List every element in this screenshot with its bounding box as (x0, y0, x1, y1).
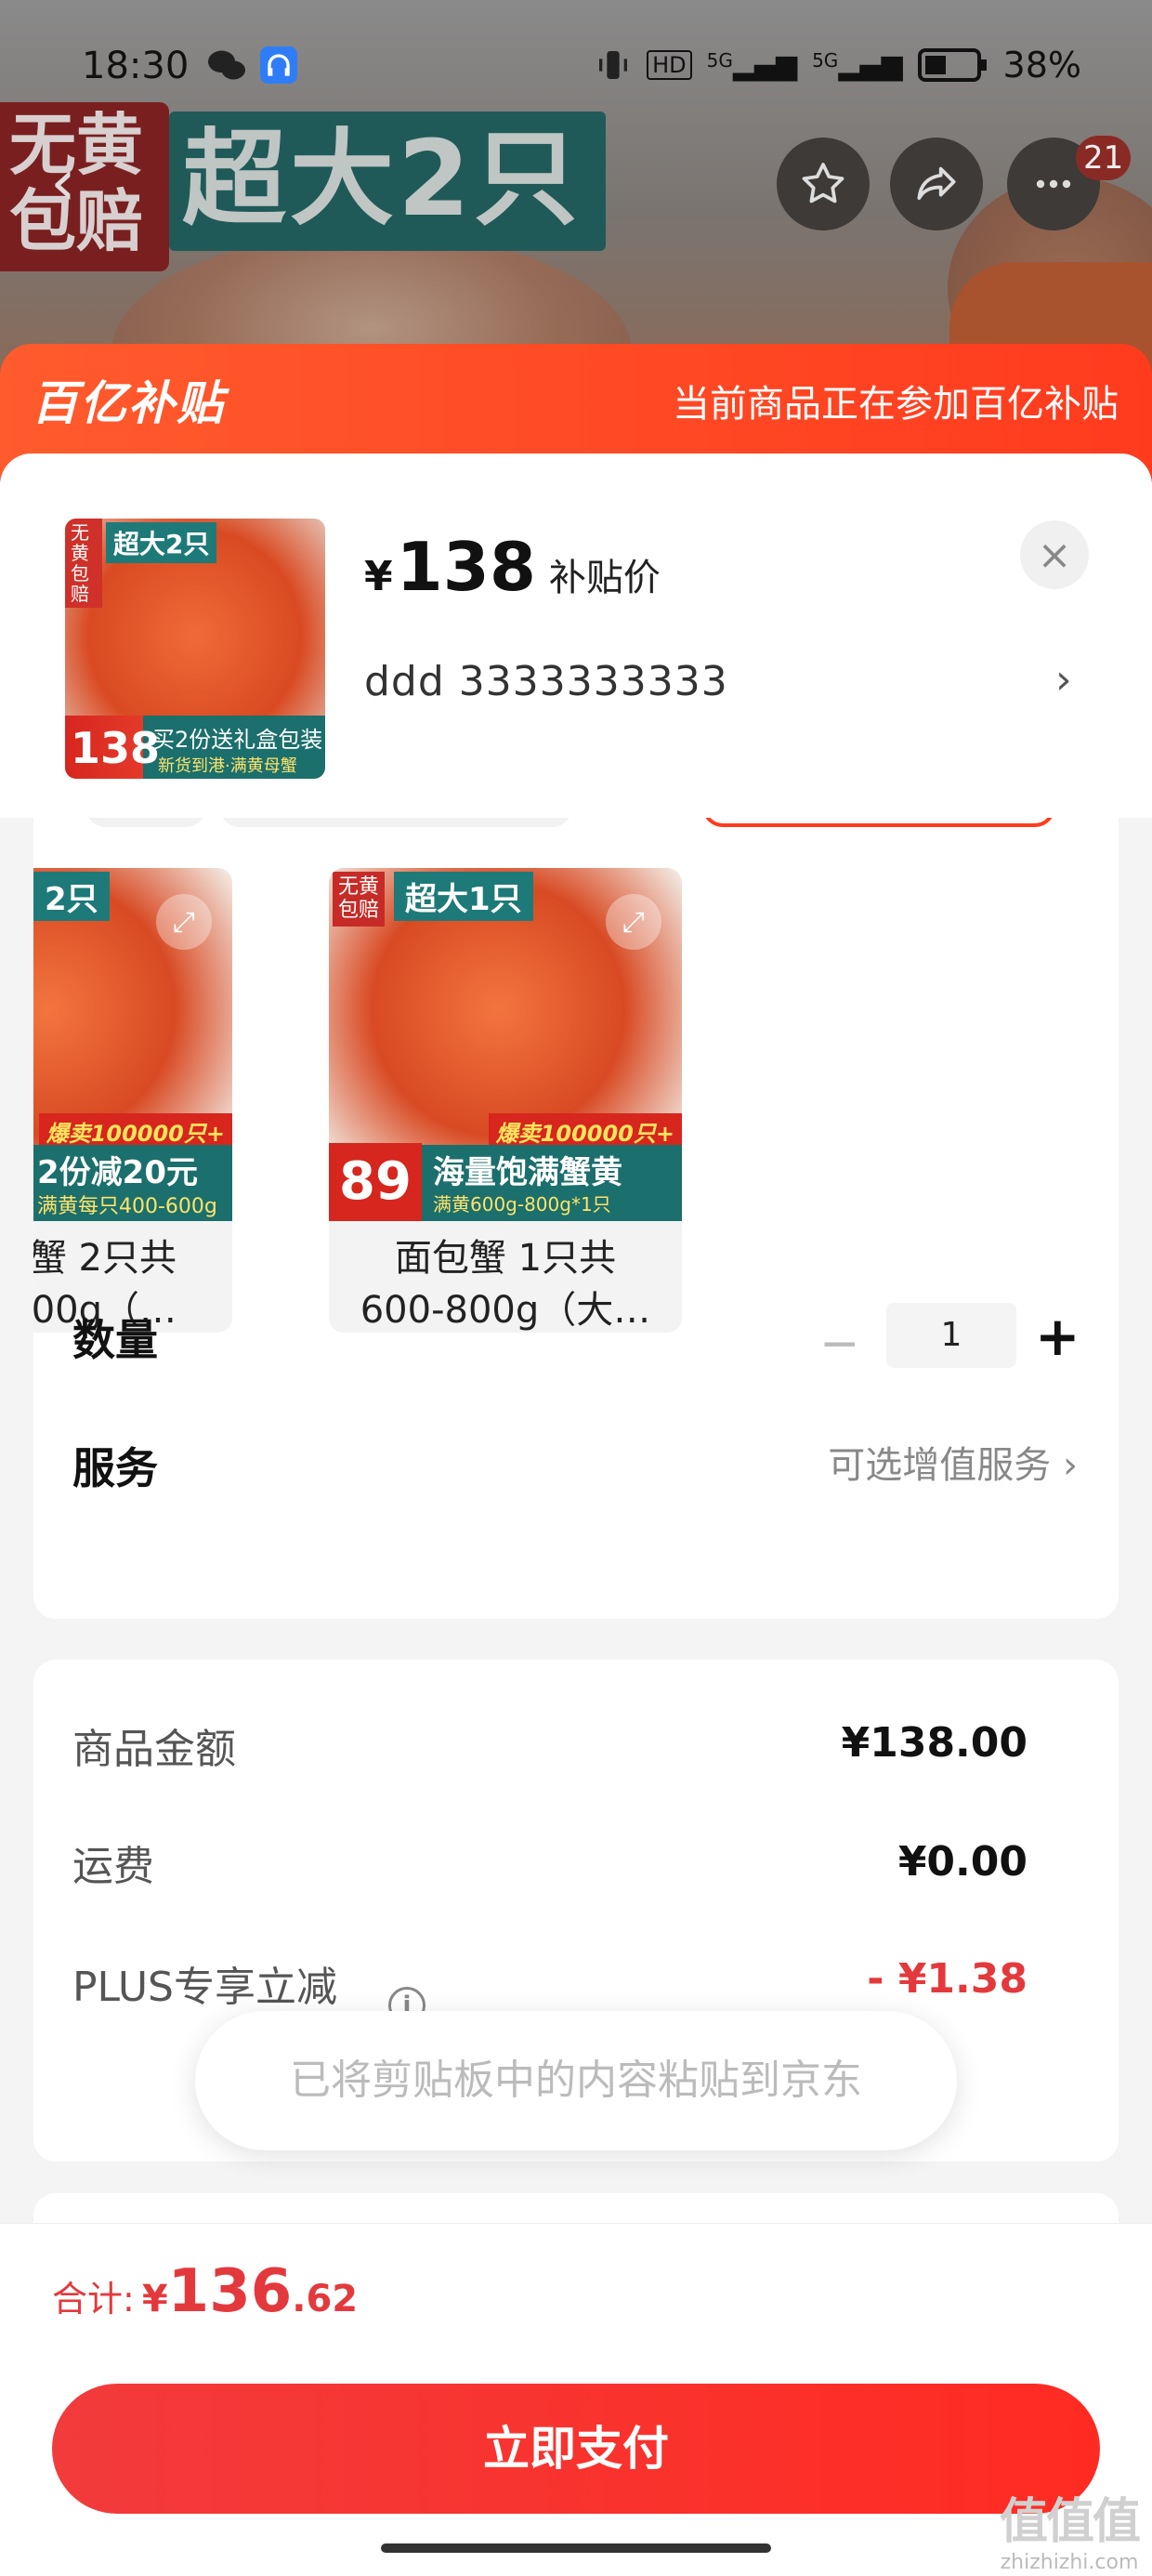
more-dots-icon (1036, 179, 1071, 189)
price-value: 138 (396, 528, 536, 606)
favorite-star-button[interactable] (777, 138, 870, 230)
product-thumbnail[interactable]: 无黄包赔 超大2只 138 买2份送礼盒包装 新货到港·满黄母蟹 (65, 519, 325, 779)
headphones-icon (260, 46, 297, 84)
quantity-decrement-button[interactable]: − (819, 1316, 860, 1372)
subsidy-logo: 百亿补贴 (32, 376, 225, 430)
options-card: 2只 爆卖100000只+ 2份减20元 满黄每只400-600g ⤢ 蟹 2只… (33, 818, 1119, 1619)
variant-header: 超大1只 (394, 872, 533, 921)
hd-indicator: HD (647, 50, 692, 80)
battery-percent: 38% (1002, 45, 1081, 85)
variant-promo: 海量饱满蟹黄 (433, 1154, 622, 1191)
status-app-icons (206, 46, 297, 84)
watermark-url: zhizhizhi.com (1000, 2551, 1139, 2575)
sheet-header: 无黄包赔 超大2只 138 买2份送礼盒包装 新货到港·满黄母蟹 ¥ 138 补… (0, 453, 1152, 818)
thumb-title: 超大2只 (106, 522, 217, 563)
service-selector[interactable]: 可选增值服务 › (828, 1435, 1078, 1489)
background-badge-line1: 无黄 (9, 106, 144, 184)
option-tile-selected[interactable] (702, 818, 1055, 827)
vibrate-icon (599, 51, 628, 79)
thumb-price-band: 138 买2份送礼盒包装 新货到港·满黄母蟹 (65, 716, 325, 779)
service-label: 服务 (72, 1443, 158, 1493)
clipboard-toast: 已将剪贴板中的内容粘贴到京东 (195, 2011, 957, 2150)
quantity-input[interactable]: 1 (886, 1303, 1016, 1368)
share-icon (917, 166, 956, 201)
plus-discount-value: - ¥1.38 (867, 1955, 1028, 2003)
signal-5g-2: 5G▂▄▆ (812, 48, 903, 82)
wechat-icon (208, 50, 245, 80)
quantity-increment-button[interactable]: + (1035, 1305, 1080, 1368)
background-badge: 无黄 包赔 (0, 102, 169, 271)
background-badge-line2: 包赔 (9, 182, 144, 260)
star-icon (802, 163, 844, 204)
variant-promo: 2份减20元 (37, 1154, 198, 1191)
expand-icon[interactable]: ⤢ (156, 894, 212, 950)
expand-icon[interactable]: ⤢ (606, 894, 661, 950)
battery-icon (917, 48, 987, 82)
checkout-bar: 合计: ¥ 136 .62 立即支付 值值值 zhizhizhi.com (0, 2223, 1152, 2576)
status-bar: 18:30 HD 5G▂▄▆ 5G▂▄▆ 38% (0, 37, 1152, 102)
close-icon: × (1037, 531, 1072, 579)
variant-name: 面包蟹 1只共 600-800g（大… (360, 1237, 651, 1332)
share-button[interactable] (890, 138, 983, 230)
status-time: 18:30 (82, 45, 190, 87)
quantity-label: 数量 (72, 1315, 158, 1365)
total-integer: 136 (167, 2257, 293, 2326)
watermark-logo: 值值值 (999, 2494, 1141, 2550)
total-symbol: ¥ (141, 2278, 168, 2320)
notification-count-badge: 21 (1076, 136, 1132, 180)
pay-now-button[interactable]: 立即支付 (52, 2384, 1100, 2514)
selected-spec[interactable]: ddd 3333333333 (364, 658, 728, 705)
shipping-value: ¥0.00 (897, 1838, 1028, 1886)
watermark: 值值值 zhizhizhi.com (999, 2493, 1141, 2576)
price-label: 补贴价 (548, 557, 661, 599)
signal-5g-1-label: 5G (706, 48, 733, 72)
goods-amount-value: ¥138.00 (841, 1719, 1028, 1767)
variant-promo-sub: 满黄每只400-600g (37, 1195, 217, 1218)
back-icon[interactable]: ‹ (50, 144, 76, 220)
shipping-label: 运费 (72, 1843, 154, 1890)
close-button[interactable]: × (1020, 520, 1089, 589)
price-row: ¥ 138 补贴价 (364, 528, 661, 606)
plus-discount-label: PLUS专享立减 (72, 1964, 337, 2011)
thumb-tag: 无黄包赔 (65, 519, 102, 608)
background-banner: 超大2只 (169, 112, 606, 251)
option-tile-partial-2[interactable] (219, 818, 572, 827)
thumb-price: 138 (71, 723, 161, 773)
variant-card-2-crabs[interactable]: 2只 爆卖100000只+ 2份减20元 满黄每只400-600g ⤢ 蟹 2只… (33, 868, 232, 1333)
price-symbol: ¥ (364, 553, 393, 600)
status-indicators: HD 5G▂▄▆ 5G▂▄▆ 38% (595, 45, 1081, 85)
thumb-promo: 买2份送礼盒包装 (152, 727, 323, 753)
total-label: 合计: (52, 2279, 135, 2320)
variant-promo-sub: 满黄600g-800g*1只 (433, 1193, 611, 1216)
total-amount: 合计: ¥ 136 .62 (52, 2257, 358, 2326)
option-tile-partial-1[interactable] (85, 818, 206, 827)
subsidy-notice: 当前商品正在参加百亿补贴 (673, 383, 1119, 426)
home-indicator[interactable] (381, 2543, 771, 2553)
variant-card-1-crab[interactable]: 无黄包赔 超大1只 爆卖100000只+ 89 海量饱满蟹黄 满黄600g-80… (329, 868, 682, 1333)
background-banner-text: 超大2只 (182, 119, 582, 240)
signal-5g-1: 5G▂▄▆ (706, 48, 798, 82)
goods-amount-label: 商品金额 (72, 1726, 236, 1773)
chevron-right-icon[interactable]: › (1055, 656, 1072, 703)
signal-5g-2-label: 5G (812, 48, 839, 72)
variant-header-tag: 无黄包赔 (333, 872, 385, 927)
variant-promo-price: 89 (329, 1143, 422, 1221)
thumb-sub: 新货到港·满黄母蟹 (158, 756, 297, 776)
variant-header: 2只 (33, 872, 110, 921)
total-decimal: .62 (292, 2278, 359, 2320)
